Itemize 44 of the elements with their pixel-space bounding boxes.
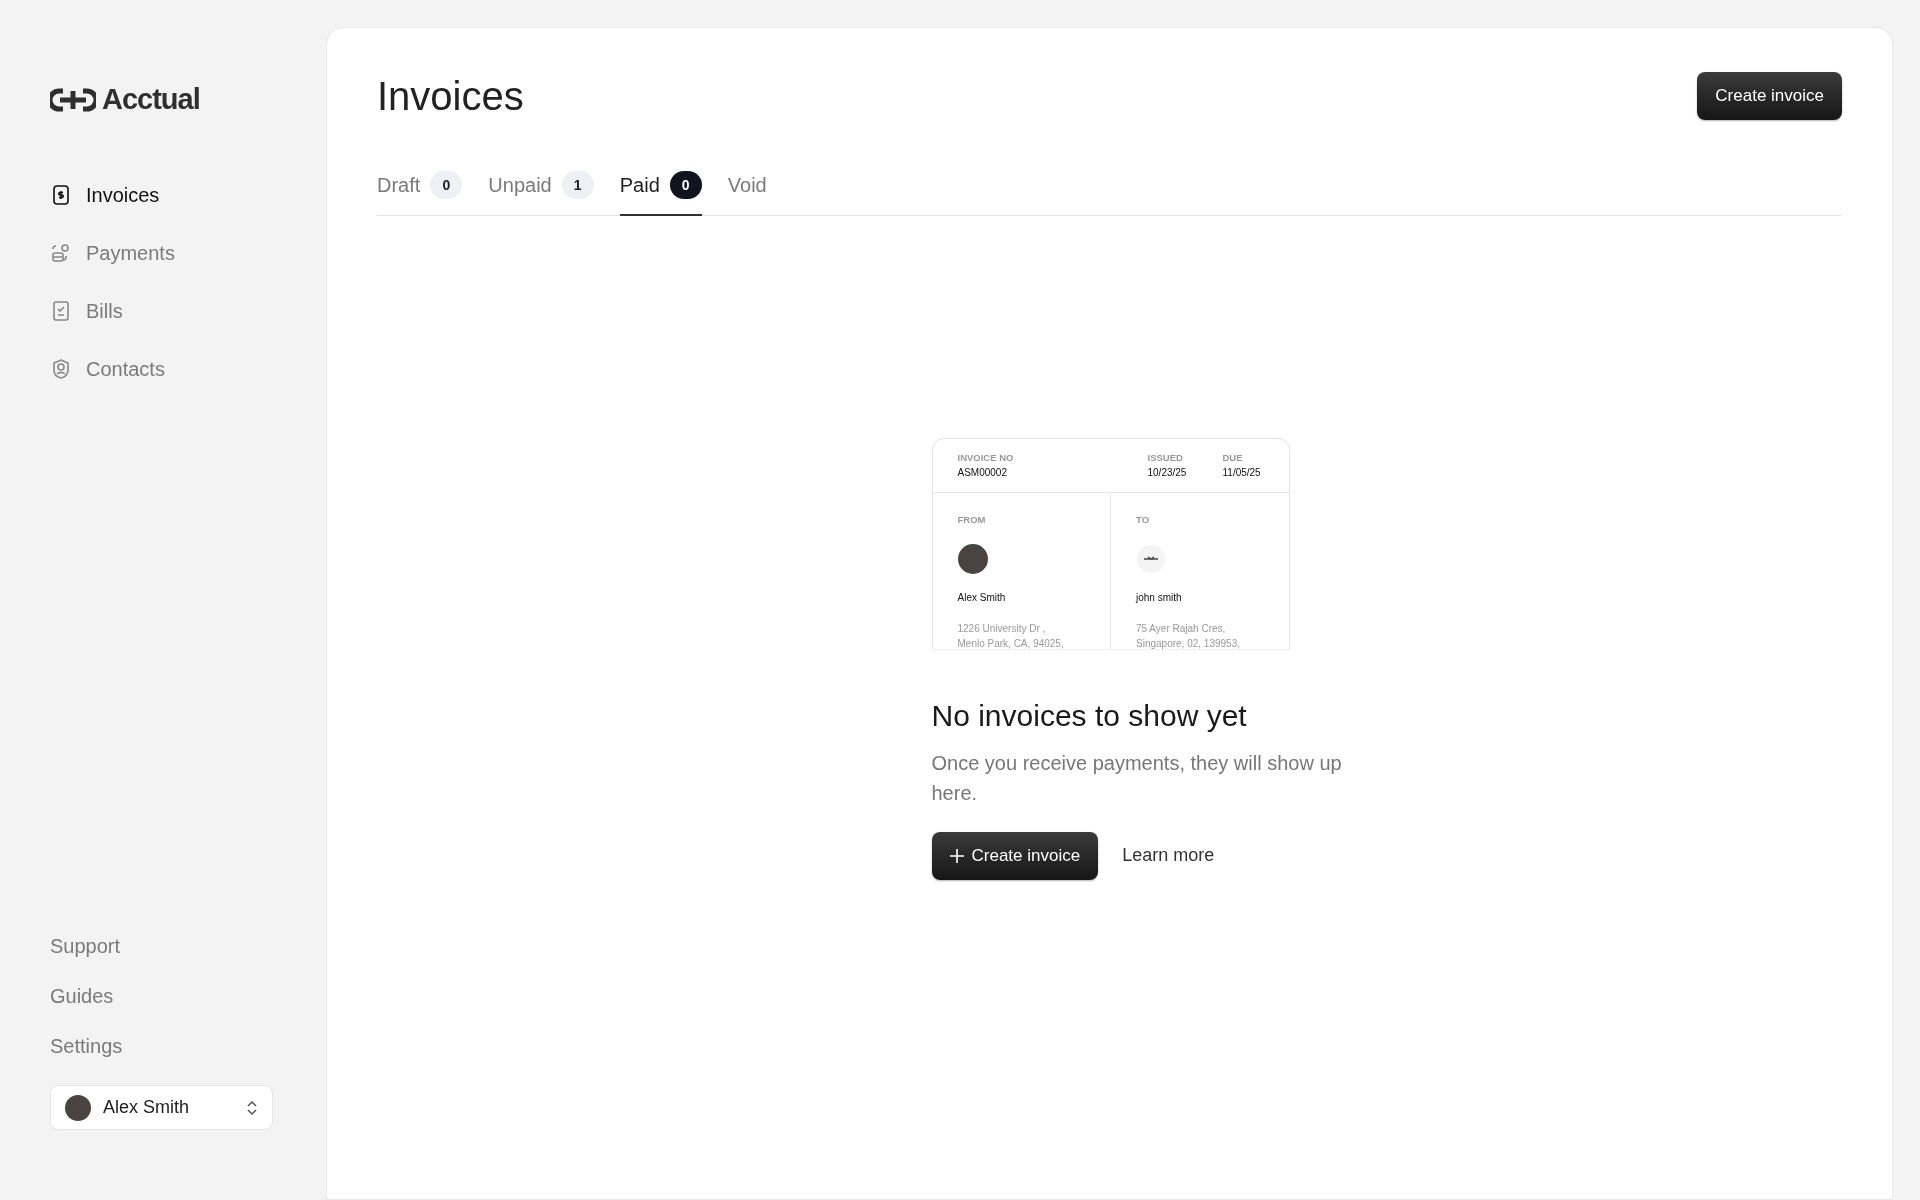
invoice-icon	[50, 183, 72, 206]
plus-icon	[949, 848, 964, 863]
avatar	[65, 1094, 91, 1121]
tab[interactable]: Paid 0	[619, 170, 702, 216]
sidebar-item[interactable]: Invoices	[50, 179, 296, 210]
empty-state-heading: No invoices to show yet	[931, 698, 1248, 734]
invoice-no-label: INVOICE NO	[957, 451, 1015, 465]
issued-label: ISSUED	[1147, 451, 1184, 465]
count-badge: 1	[561, 171, 594, 199]
recipient-address: 75 Ayer Rajah Cres, Singapore, 02, 139953,	[1136, 621, 1241, 649]
from-label: FROM	[957, 513, 987, 528]
avatar	[957, 543, 988, 574]
logo-icon	[50, 86, 96, 113]
payments-icon	[50, 241, 72, 264]
count-badge: 0	[669, 171, 702, 199]
sidebar-item[interactable]: Bills	[50, 295, 296, 326]
issued-date: 10/23/25	[1147, 466, 1188, 481]
sidebar-link[interactable]: Support	[50, 931, 296, 961]
chevron-up-down-icon	[246, 1098, 258, 1117]
sidebar-link[interactable]: Guides	[50, 981, 296, 1011]
logo-icon	[1136, 543, 1166, 574]
sidebar-item[interactable]: Payments	[50, 237, 296, 268]
learn-more-link[interactable]: Learn more	[1122, 842, 1215, 870]
invoice-number: ASM00002	[957, 466, 1008, 481]
tab[interactable]: Void	[727, 170, 767, 216]
sidebar-link[interactable]: Settings	[50, 1031, 296, 1061]
due-date: 11/05/25	[1222, 466, 1261, 481]
brand-name: Acctual	[102, 82, 200, 117]
sidebar-item[interactable]: Contacts	[50, 353, 296, 384]
recipient-name: john smith	[1136, 590, 1183, 605]
tab[interactable]: Draft 0	[377, 170, 463, 216]
empty-state-text: Once you receive payments, they will show up here.	[931, 751, 1343, 806]
due-label: DUE	[1222, 451, 1244, 465]
sender-name: Alex Smith	[957, 590, 1007, 605]
contact-icon	[50, 357, 72, 380]
sender-address: 1226 University Dr , Menlo Park, CA, 94025,	[957, 621, 1065, 649]
tab[interactable]: Unpaid 1	[488, 170, 594, 216]
count-badge: 0	[430, 171, 463, 199]
to-label: TO	[1136, 513, 1151, 528]
create-invoice-button[interactable]: Create invoice	[1697, 72, 1842, 120]
bill-icon	[50, 299, 72, 322]
create-invoice-button[interactable]: Create invoice	[931, 832, 1099, 880]
page-title: Invoices	[377, 73, 524, 120]
user-selector[interactable]: Alex Smith	[50, 1085, 273, 1130]
